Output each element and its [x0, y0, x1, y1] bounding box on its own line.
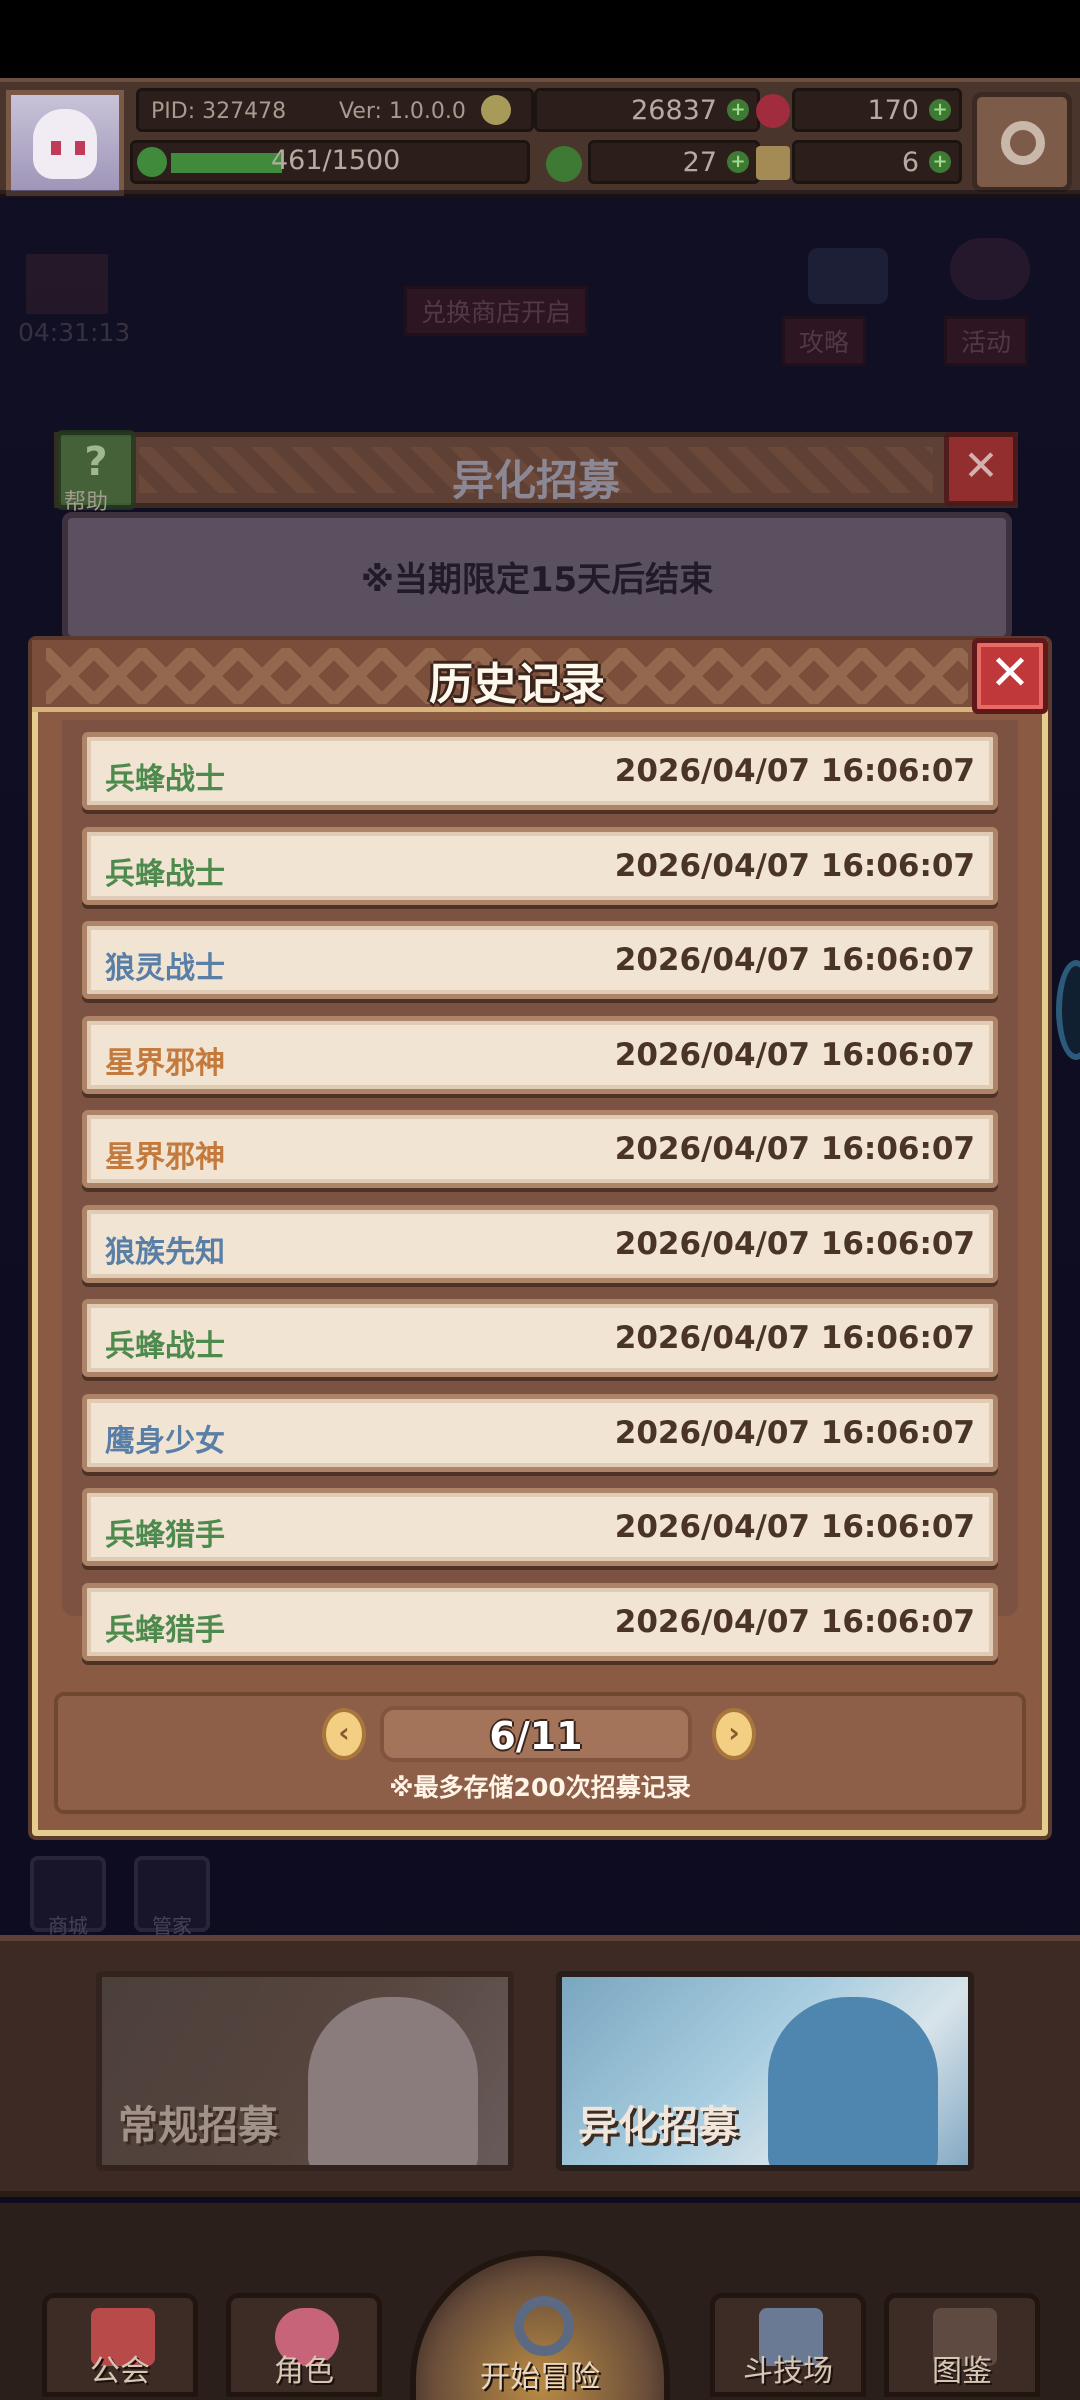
question-icon: ?: [84, 439, 108, 485]
nav-guild[interactable]: 公会: [42, 2293, 198, 2397]
history-limit-note: ※最多存储200次招募记录: [389, 1773, 691, 1802]
key-icon: [756, 146, 790, 180]
avatar-face: [33, 109, 97, 179]
recruit-dialog-header: 异化招募: [54, 432, 1018, 508]
player-info-row: PID: 327478 Ver: 1.0.0.0: [136, 88, 534, 132]
xp-bar: 461/1500: [130, 140, 530, 184]
character-name: 兵蜂战士: [105, 762, 225, 797]
character-name: 星界邪神: [105, 1140, 225, 1175]
normal-recruit-label: 常规招募: [118, 2103, 278, 2149]
character-name: 狼族先知: [105, 1234, 225, 1270]
recruit-timestamp: 2026/04/07 16:06:07: [614, 942, 975, 978]
page-number: 6/11: [489, 1714, 583, 1758]
normal-recruit-banner[interactable]: 常规招募: [96, 1971, 514, 2171]
recruit-timestamp: 2026/04/07 16:06:07: [614, 1603, 975, 1640]
recruit-close-button[interactable]: ✕: [944, 432, 1018, 506]
gem-icon: [756, 94, 790, 128]
history-row: 兵蜂战士 2026/04/07 16:06:07: [82, 1299, 998, 1377]
gold-counter: 26837 +: [534, 88, 760, 132]
recruit-timestamp: 2026/04/07 16:06:07: [614, 1036, 975, 1073]
nav-role[interactable]: 角色: [226, 2293, 382, 2397]
history-row: 兵蜂战士 2026/04/07 16:06:07: [82, 732, 998, 810]
xp-bar-fill: [171, 153, 282, 173]
limited-time-notice: ※当期限定15天后结束: [360, 560, 714, 600]
prev-page-button[interactable]: ‹: [322, 1708, 366, 1760]
normal-recruit-character: [308, 1997, 478, 2165]
character-name: 鹰身少女: [105, 1423, 225, 1459]
gem-amount: 170: [867, 95, 919, 126]
nav-arena-label: 斗技场: [743, 2354, 833, 2389]
nav-guild-label: 公会: [90, 2354, 150, 2389]
character-name: 星界邪神: [105, 1045, 225, 1081]
history-row: 狼灵战士 2026/04/07 16:06:07: [82, 921, 998, 999]
top-status-bar: PID: 327478 Ver: 1.0.0.0 26837 + 170 + 4…: [0, 78, 1080, 198]
coin-icon: [481, 95, 511, 125]
special-recruit-banner[interactable]: 异化招募: [556, 1971, 974, 2171]
character-name: 兵蜂猎手: [105, 1518, 225, 1553]
recruit-timestamp: 2026/04/07 16:06:07: [614, 847, 975, 884]
recruit-timestamp: 2026/04/07 16:06:07: [614, 753, 975, 789]
recruit-dialog-title: 异化招募: [451, 456, 620, 505]
add-gold-icon[interactable]: +: [727, 99, 749, 121]
history-dialog: 历史记录 ✕ 兵蜂战士 2026/04/07 16:06:07 兵蜂战士 2026/0…: [32, 638, 1048, 1836]
gear-icon: [1001, 121, 1045, 165]
xp-value: 461/1500: [271, 145, 401, 176]
player-id: PID: 327478: [151, 99, 287, 124]
key-counter: 6 +: [792, 140, 962, 184]
settings-button[interactable]: [972, 92, 1072, 192]
gem-counter: 170 +: [792, 88, 962, 132]
special-recruit-character: [768, 1997, 938, 2165]
recruit-dialog-body: ※当期限定15天后结束: [62, 512, 1012, 642]
add-key-icon[interactable]: +: [929, 151, 951, 173]
history-row: 狼族先知 2026/04/07 16:06:07: [82, 1204, 998, 1283]
chevron-right-icon: ›: [728, 1716, 740, 1749]
nav-arena[interactable]: 斗技场: [710, 2293, 866, 2397]
recruit-timestamp: 2026/04/07 16:06:07: [614, 1225, 975, 1262]
butler-icon-button[interactable]: 管家: [134, 1856, 210, 1938]
recruit-timestamp: 2026/04/07 16:06:07: [614, 1320, 975, 1356]
clover-icon: [546, 146, 582, 182]
next-page-button[interactable]: ›: [712, 1708, 756, 1760]
nav-role-label: 角色: [274, 2354, 334, 2389]
history-row: 星界邪神 2026/04/07 16:06:07: [82, 1015, 998, 1094]
history-close-button[interactable]: ✕: [972, 638, 1048, 714]
history-dialog-title: 历史记录: [429, 659, 605, 710]
player-avatar[interactable]: [6, 90, 124, 196]
xp-icon: [137, 147, 167, 177]
special-recruit-label: 异化招募: [578, 2103, 738, 2149]
close-icon: ✕: [989, 645, 1031, 701]
history-dialog-header: 历史记录: [32, 640, 1048, 712]
character-name: 兵蜂战士: [105, 1329, 225, 1364]
character-name: 狼灵战士: [105, 951, 225, 986]
game-version: Ver: 1.0.0.0: [339, 99, 466, 124]
recruit-timestamp: 2026/04/07 16:06:07: [614, 1131, 975, 1167]
nav-codex-label: 图鉴: [932, 2354, 992, 2389]
page-indicator: 6/11: [380, 1706, 692, 1762]
magnifier-icon: [514, 2296, 574, 2356]
nav-codex[interactable]: 图鉴: [884, 2293, 1040, 2397]
recruit-timestamp: 2026/04/07 16:06:07: [614, 1414, 975, 1451]
gold-amount: 26837: [631, 95, 717, 126]
history-row: 星界邪神 2026/04/07 16:06:07: [82, 1110, 998, 1188]
clover-amount: 27: [682, 147, 717, 178]
history-row: 鹰身少女 2026/04/07 16:06:07: [82, 1393, 998, 1472]
shop-icon-button[interactable]: 商城: [30, 1856, 106, 1938]
add-gem-icon[interactable]: +: [929, 99, 951, 121]
clover-counter: 27 +: [588, 140, 760, 184]
recruit-banner-frame: 常规招募 异化招募: [0, 1935, 1080, 2197]
avatar-eye: [75, 141, 85, 155]
close-icon: ✕: [963, 441, 999, 490]
history-row: 兵蜂猎手 2026/04/07 16:06:07: [82, 1488, 998, 1566]
recruit-timestamp: 2026/04/07 16:06:07: [614, 1509, 975, 1545]
add-clover-icon[interactable]: +: [727, 151, 749, 173]
start-adventure-label: 开始冒险: [480, 2360, 600, 2395]
history-row: 兵蜂猎手 2026/04/07 16:06:07: [82, 1582, 998, 1661]
character-name: 兵蜂战士: [105, 856, 225, 892]
key-amount: 6: [901, 147, 919, 178]
character-name: 兵蜂猎手: [105, 1612, 225, 1648]
avatar-eye: [51, 141, 61, 155]
chevron-left-icon: ‹: [338, 1716, 350, 1749]
history-row: 兵蜂战士 2026/04/07 16:06:07: [82, 826, 998, 905]
